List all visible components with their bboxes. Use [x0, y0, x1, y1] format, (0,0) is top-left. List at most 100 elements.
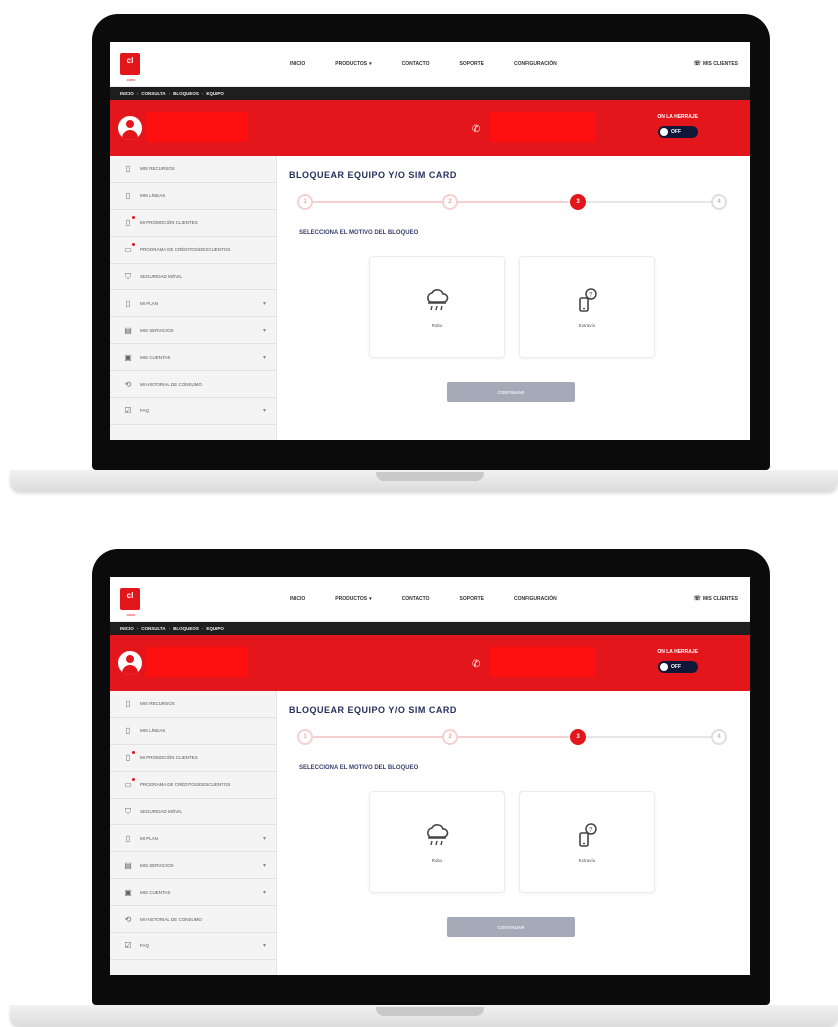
sidebar: ▯ MIS RECURSOS ▯ MIS LÍNEAS ▯ MI PROMOCIÓN CL…	[110, 691, 277, 975]
nav-item-configuracion[interactable]: CONFIGURACIÓN	[514, 596, 587, 602]
account-header: ✆ ON LA HERRAJE OFF	[110, 635, 750, 691]
claro-logo[interactable]: cl claro	[120, 53, 140, 82]
sidebar-item-label: FAQ	[140, 943, 150, 949]
checklist-icon: ☑	[124, 941, 132, 951]
sidebar-item[interactable]: ▯ MIS RECURSOS	[110, 691, 276, 718]
breadcrumb-separator: ›	[201, 626, 204, 631]
main-panel: BLOQUEAR EQUIPO Y/O SIM CARD 1 2 3 4 SELECC…	[277, 691, 750, 975]
option-card-extravio[interactable]: ? Extravío	[519, 256, 655, 358]
clients-link[interactable]: ☏ MIS CLIENTES	[693, 60, 738, 67]
laptop-notch	[376, 1007, 484, 1016]
nav-item-productos-label: PRODUCTOS	[335, 61, 368, 67]
breadcrumb-item[interactable]: INICIO	[120, 91, 134, 96]
phone-icon: ▯	[125, 191, 131, 201]
avatar[interactable]	[118, 651, 142, 675]
sidebar-item-label: FAQ	[140, 408, 150, 414]
breadcrumb-item[interactable]: CONSULTA	[141, 91, 165, 96]
sidebar-item-label: MIS LÍNEAS	[140, 728, 166, 734]
chevron-down-icon: ▾	[262, 889, 266, 896]
sidebar-item[interactable]: ▯ MIS LÍNEAS	[110, 183, 276, 210]
sidebar-item[interactable]: ⛉ SEGURIDAD MÓVIL	[110, 264, 276, 291]
sidebar-item[interactable]: ⛉ SEGURIDAD MÓVIL	[110, 799, 276, 826]
toggle-knob	[660, 128, 668, 136]
chevron-down-icon: ▾	[262, 943, 266, 950]
breadcrumb-item-current: EQUIPO	[206, 91, 224, 96]
phone-icon: ✆	[472, 124, 481, 135]
sidebar-item[interactable]: ☑ FAQ ▾	[110, 933, 276, 960]
laptop-screen: cl claro INICIO PRODUCTOS ▾ CONTACTO SOPO…	[110, 42, 750, 440]
main-nav: INICIO PRODUCTOS ▾ CONTACTO SOPORTE CONFI…	[290, 596, 587, 602]
option-card-robo[interactable]: Robo	[369, 791, 505, 893]
nav-item-contacto[interactable]: CONTACTO	[402, 596, 460, 602]
avatar[interactable]	[118, 116, 142, 140]
sidebar-item[interactable]: ▯ MI PLAN ▾	[110, 825, 276, 853]
nav-item-soporte[interactable]: SOPORTE	[460, 596, 514, 602]
sidebar-item[interactable]: ▭ PROGRAMA DE CRÉDITOS/DESCUENTOS	[110, 237, 276, 264]
main-panel: BLOQUEAR EQUIPO Y/O SIM CARD 1 2 3 4 SELECC…	[277, 156, 750, 440]
nav-item-inicio[interactable]: INICIO	[290, 61, 335, 67]
breadcrumb-item[interactable]: BLOQUEOS	[173, 626, 199, 631]
continue-button[interactable]: CONTINUAR	[447, 382, 575, 402]
option-card-robo[interactable]: Robo	[369, 256, 505, 358]
phone-icon: ☏	[693, 596, 701, 602]
top-navigation-bar: cl claro INICIO PRODUCTOS ▾ CONTACTO SOPO…	[110, 42, 750, 87]
claro-logo[interactable]: cl claro	[120, 588, 140, 617]
step-3: 3	[570, 729, 586, 745]
nav-item-inicio[interactable]: INICIO	[290, 596, 335, 602]
sidebar-item[interactable]: ▯ MIS LÍNEAS	[110, 718, 276, 745]
sidebar-item[interactable]: ⟲ MI HISTORIAL DE CONSUMO	[110, 906, 276, 934]
nav-item-soporte[interactable]: SOPORTE	[460, 61, 514, 67]
user-icon-body	[122, 665, 138, 675]
nav-item-configuracion[interactable]: CONFIGURACIÓN	[514, 61, 587, 67]
clients-link[interactable]: ☏ MIS CLIENTES	[693, 595, 738, 602]
alert-dot	[132, 243, 135, 247]
sidebar-item[interactable]: ▭ PROGRAMA DE CRÉDITOS/DESCUENTOS	[110, 772, 276, 799]
sidebar-item[interactable]: ▯ MI PROMOCIÓN CLIENTES	[110, 745, 276, 772]
toggle-knob	[660, 663, 668, 671]
nav-item-productos[interactable]: PRODUCTOS ▾	[335, 61, 401, 67]
breadcrumb: INICIO › CONSULTA › BLOQUEOS › EQUIPO	[110, 87, 750, 100]
step-2: 2	[442, 729, 458, 745]
document-icon: ▯	[125, 833, 131, 843]
option-label: Robo	[431, 858, 443, 863]
svg-text:?: ?	[589, 293, 593, 299]
toggle-switch[interactable]: OFF	[658, 126, 698, 138]
chevron-down-icon: ▾	[262, 408, 266, 415]
sidebar-item-label: MIS SERVICIOS	[140, 327, 174, 333]
cloud-rain-icon	[427, 289, 449, 311]
lost-icon: ?	[579, 823, 597, 847]
stepper-track-done	[305, 201, 567, 203]
breadcrumb-separator: ›	[136, 626, 139, 631]
sidebar-item[interactable]: ▯ MI PLAN ▾	[110, 290, 276, 318]
phone-icon: ▯	[125, 699, 131, 709]
history-icon: ⟲	[124, 914, 132, 924]
laptop-notch	[376, 472, 484, 481]
shield-icon: ⛉	[125, 806, 131, 816]
sidebar-item[interactable]: ▤ MIS SERVICIOS ▾	[110, 852, 276, 880]
sidebar-item-label: MIS LÍNEAS	[140, 193, 166, 199]
clients-link-label: MIS CLIENTES	[702, 596, 738, 602]
sidebar-item[interactable]: ▣ MIS CUENTAS ▾	[110, 879, 276, 907]
step-4: 4	[711, 729, 727, 745]
nav-item-productos[interactable]: PRODUCTOS ▾	[335, 596, 401, 602]
stepper-track-done	[305, 736, 567, 738]
continue-button[interactable]: CONTINUAR	[447, 917, 575, 937]
sidebar-item-label: MI PLAN	[140, 835, 159, 841]
history-icon: ⟲	[124, 379, 132, 389]
option-card-extravio[interactable]: ? Extravío	[519, 791, 655, 893]
sidebar-item[interactable]: ▣ MIS CUENTAS ▾	[110, 344, 276, 372]
breadcrumb-item[interactable]: CONSULTA	[141, 626, 165, 631]
sidebar-item[interactable]: ▤ MIS SERVICIOS ▾	[110, 317, 276, 345]
sidebar-item[interactable]: ▯ MI PROMOCIÓN CLIENTES	[110, 210, 276, 237]
nav-item-contacto[interactable]: CONTACTO	[402, 61, 460, 67]
alert-dot	[132, 778, 135, 782]
toggle-switch[interactable]: OFF	[658, 661, 698, 673]
breadcrumb-item[interactable]: BLOQUEOS	[173, 91, 199, 96]
sidebar-item[interactable]: ▯ MIS RECURSOS	[110, 156, 276, 183]
option-label: Robo	[431, 323, 443, 328]
sidebar-item[interactable]: ⟲ MI HISTORIAL DE CONSUMO	[110, 371, 276, 399]
breadcrumb-item[interactable]: INICIO	[120, 626, 134, 631]
toggle-value: OFF	[671, 129, 681, 135]
clients-link-label: MIS CLIENTES	[702, 61, 738, 67]
sidebar-item[interactable]: ☑ FAQ ▾	[110, 398, 276, 425]
